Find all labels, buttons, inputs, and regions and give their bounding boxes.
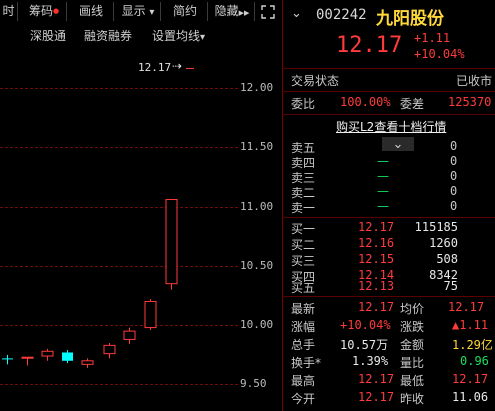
candle-body — [81, 360, 94, 365]
stat-value: 10.57万 — [340, 338, 389, 352]
sell-volume: 0 — [450, 154, 458, 168]
chevron-down-icon: ▾ — [200, 32, 206, 43]
stat-label: 今开 — [291, 392, 316, 406]
stat-label: 均价 — [400, 302, 425, 316]
stat-label: 涨跌 — [400, 320, 425, 334]
expand-button[interactable] — [257, 2, 279, 21]
display-label: 显示 — [121, 4, 146, 18]
hide-label: 隐藏 — [214, 4, 239, 18]
stat-value: 12.17 — [358, 372, 395, 386]
sell-price: — — [377, 199, 389, 213]
buy-label: 买三 — [291, 254, 316, 268]
buy-label: 买五 — [291, 281, 316, 295]
stat-label: 金额 — [400, 338, 425, 352]
sell-price: — — [377, 154, 389, 168]
chips-button[interactable]: 筹码● — [22, 2, 67, 21]
buy-price: 12.15 — [358, 252, 395, 266]
simple-mode-button[interactable]: 简约 — [163, 2, 208, 21]
chips-button-label: 筹码 — [28, 4, 53, 18]
tab-margin-trading[interactable]: 融资融券 — [84, 27, 132, 44]
y-tick: 10.50 — [240, 259, 274, 272]
notification-dot-icon: ● — [52, 7, 60, 15]
tab-shenzhen-connect[interactable]: 深股通 — [30, 27, 66, 44]
sell-volume: 0 — [450, 139, 458, 153]
candle-body — [41, 350, 54, 357]
buy-label: 买一 — [291, 222, 316, 236]
sell-price: — — [377, 184, 389, 198]
buy-volume: 115185 — [414, 220, 458, 234]
sell-label: 卖一 — [291, 201, 316, 215]
double-arrow-right-icon: ▶▶ — [238, 9, 250, 17]
buy-volume: 508 — [436, 252, 458, 266]
set-ma-label: 设置均线 — [152, 29, 201, 43]
candle-body — [165, 198, 178, 285]
sell-row: 卖一 — 0 — [284, 199, 495, 217]
buy-row: 买五 12.13 75 — [284, 279, 495, 297]
y-tick: 12.00 — [240, 81, 274, 94]
candle-body — [21, 356, 34, 359]
y-tick: 10.00 — [240, 318, 274, 331]
display-dropdown[interactable]: 显示 ▾ — [116, 2, 161, 21]
tab-set-moving-average[interactable]: 设置均线▾ — [152, 27, 205, 44]
y-tick: 11.00 — [240, 200, 274, 213]
stat-value: 11.06 — [452, 390, 489, 404]
draw-line-button[interactable]: 画线 — [69, 2, 114, 21]
expand-icon — [261, 5, 275, 19]
candle-body — [123, 330, 136, 340]
chevron-down-icon: ▾ — [149, 7, 155, 18]
buy-label: 买二 — [291, 238, 316, 252]
sell-volume: 0 — [450, 184, 458, 198]
stat-value: ▲1.11 — [452, 318, 489, 332]
stat-value: 12.17 — [452, 372, 489, 386]
y-tick: 11.50 — [240, 140, 274, 153]
stat-label: 量比 — [400, 356, 425, 370]
stat-label: 昨收 — [400, 392, 425, 406]
stat-value: 1.39% — [352, 354, 389, 368]
stat-row: 换手* 1.39% 量比 0.96 — [284, 354, 495, 372]
buy-price: 12.13 — [358, 279, 395, 293]
y-tick: 9.50 — [240, 377, 267, 390]
candlestick-series — [2, 198, 178, 368]
stat-row: 今开 12.17 昨收 11.06 — [284, 390, 495, 408]
stat-row: 总手 10.57万 金额 1.29亿 — [284, 336, 495, 354]
stat-value: 1.29亿 — [452, 338, 493, 352]
stat-label: 涨幅 — [291, 320, 316, 334]
draw-line-label: 画线 — [78, 4, 103, 18]
chart-subtabs: 深股通 融资融券 设置均线▾ — [0, 25, 282, 45]
buy-volume: 1260 — [429, 236, 458, 250]
stat-label: 最新 — [291, 302, 316, 316]
stat-value: +10.04% — [340, 318, 391, 332]
candle-body — [103, 344, 116, 355]
buy-volume: 75 — [443, 279, 458, 293]
order-book: 卖五 0 卖四 —0 卖三 —0 卖二 —0 卖一 —0 买一 12.17 115185 买二… — [284, 0, 495, 411]
sell-volume: 0 — [450, 199, 458, 213]
kline-chart[interactable]: 12.00 11.50 11.00 10.50 10.00 9.50 12.17… — [0, 46, 282, 411]
stat-label: 换手* — [291, 356, 322, 370]
stat-label: 最高 — [291, 374, 316, 388]
toolbar: 时 筹码● 画线 显示 ▾ 简约 隐藏▶▶ — [0, 0, 282, 25]
stat-value: 12.17 — [448, 300, 485, 314]
buy-price: 12.16 — [358, 236, 395, 250]
candle-body — [62, 352, 73, 361]
time-button[interactable]: 时 — [0, 2, 18, 21]
sell-price: — — [377, 169, 389, 183]
hide-button[interactable]: 隐藏▶▶ — [210, 2, 255, 21]
candle-body — [2, 358, 13, 360]
buy-price: 12.17 — [358, 220, 395, 234]
stat-row: 最新 12.17 均价 12.17 — [284, 300, 495, 318]
stat-row: 涨幅 +10.04% 涨跌 ▲1.11 — [284, 318, 495, 336]
sell-volume: 0 — [450, 169, 458, 183]
stat-value: 0.96 — [460, 354, 489, 368]
panel-divider — [282, 0, 283, 411]
stat-value: 12.17 — [358, 300, 395, 314]
simple-mode-label: 简约 — [172, 4, 197, 18]
stat-row: 最高 12.17 最低 12.17 — [284, 372, 495, 390]
stat-label: 总手 — [291, 338, 316, 352]
stat-label: 最低 — [400, 374, 425, 388]
candle-body — [144, 300, 157, 329]
time-button-label: 时 — [2, 4, 15, 18]
stat-value: 12.17 — [358, 390, 395, 404]
